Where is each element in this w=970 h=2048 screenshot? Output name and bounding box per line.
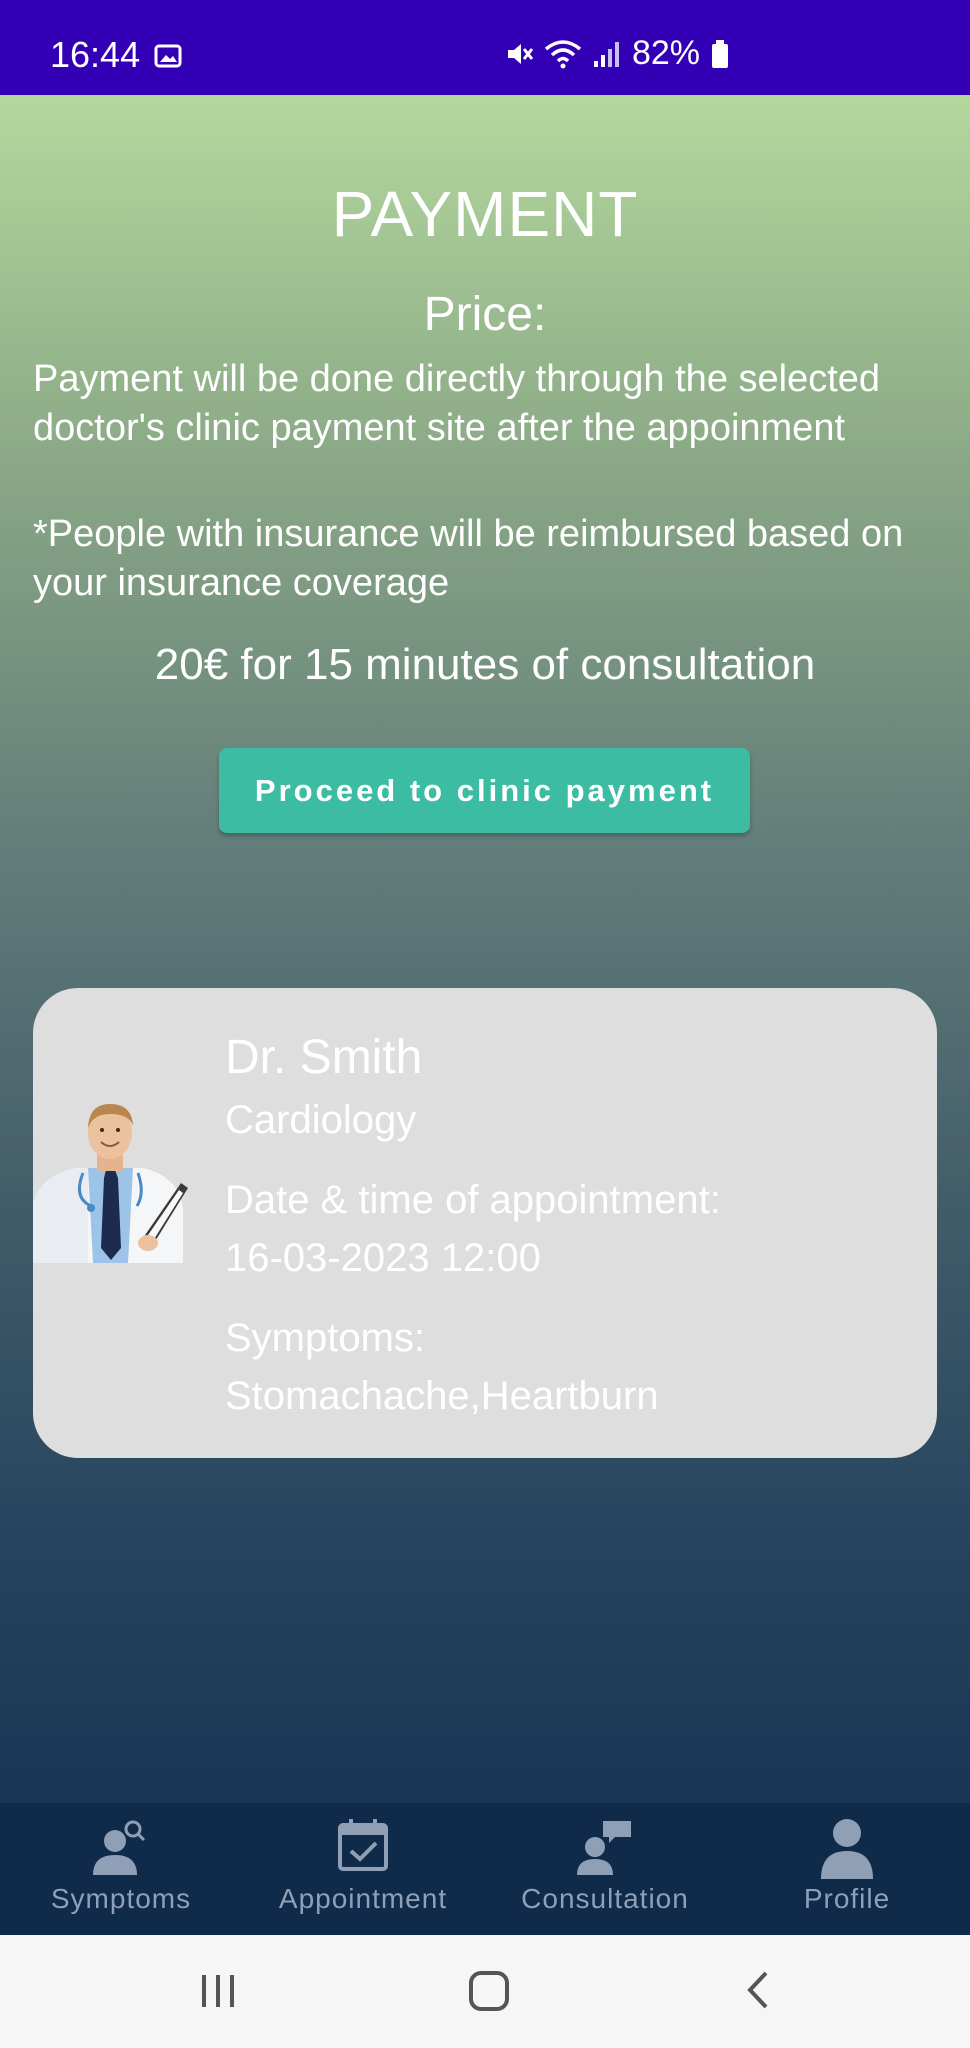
payment-screen: PAYMENT Price: Payment will be done dire… bbox=[0, 95, 970, 1935]
calendar-check-icon bbox=[338, 1819, 388, 1871]
doctor-avatar bbox=[33, 1104, 188, 1263]
nav-profile[interactable]: Profile bbox=[726, 1803, 968, 1935]
price-label: Price: bbox=[423, 288, 547, 341]
appointment-card: Dr. Smith Cardiology Date & time of appo… bbox=[33, 988, 937, 1458]
back-icon[interactable] bbox=[742, 1965, 772, 2015]
nav-label: Consultation bbox=[521, 1883, 689, 1914]
person-search-icon bbox=[93, 1820, 146, 1875]
bottom-nav: Symptoms Appointment Consultation Profil… bbox=[0, 1803, 970, 1935]
appointment-datetime-value: 16-03-2023 12:00 bbox=[225, 1236, 541, 1280]
signal-icon bbox=[593, 41, 619, 67]
nav-consultation[interactable]: Consultation bbox=[484, 1803, 726, 1935]
gallery-notification-icon bbox=[154, 44, 182, 68]
wifi-icon bbox=[544, 39, 582, 68]
appointment-datetime-label: Date & time of appointment: bbox=[225, 1178, 721, 1222]
doctor-name: Dr. Smith bbox=[225, 1031, 423, 1084]
nav-appointment[interactable]: Appointment bbox=[242, 1803, 484, 1935]
symptoms-label: Symptoms: bbox=[225, 1316, 426, 1360]
price-line: 20€ for 15 minutes of consultation bbox=[154, 640, 816, 689]
nav-label: Appointment bbox=[278, 1883, 448, 1914]
insurance-note: *People with insurance will be reimburse… bbox=[33, 513, 904, 604]
payment-note: Payment will be done directly through th… bbox=[33, 358, 881, 449]
chat-person-icon bbox=[577, 1821, 631, 1875]
person-icon bbox=[821, 1819, 873, 1879]
system-nav-bar bbox=[0, 1935, 970, 2048]
home-icon[interactable] bbox=[467, 1965, 511, 2015]
battery-percent: 82% bbox=[631, 34, 700, 72]
proceed-payment-button[interactable]: Proceed to clinic payment bbox=[219, 748, 750, 833]
status-bar: 16:44 82% bbox=[0, 0, 970, 95]
symptoms-value: Stomachache,Heartburn bbox=[225, 1374, 659, 1418]
nav-label: Profile bbox=[803, 1883, 891, 1914]
battery-icon bbox=[712, 39, 728, 68]
doctor-specialty: Cardiology bbox=[225, 1098, 417, 1142]
status-time: 16:44 bbox=[50, 34, 141, 75]
recent-apps-icon[interactable] bbox=[198, 1965, 238, 2015]
page-title: PAYMENT bbox=[331, 178, 639, 250]
mute-icon bbox=[507, 43, 534, 64]
nav-symptoms[interactable]: Symptoms bbox=[0, 1803, 242, 1935]
nav-label: Symptoms bbox=[50, 1883, 192, 1914]
status-icons: 82% bbox=[504, 34, 730, 73]
